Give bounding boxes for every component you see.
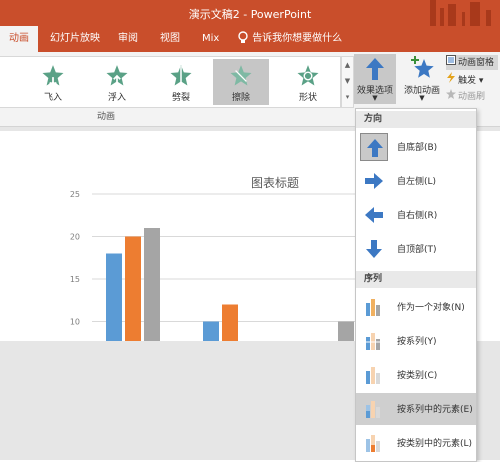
direction-from-top[interactable]: 自顶部(T) xyxy=(356,233,476,265)
tab-view[interactable]: 视图 xyxy=(160,26,180,52)
animation-label: 擦除 xyxy=(231,93,250,103)
chevron-down-icon: ▼ xyxy=(419,94,425,102)
chart-bar[interactable] xyxy=(144,228,160,341)
tab-mix[interactable]: Mix xyxy=(202,26,219,52)
effect-options-button[interactable]: 效果选项 ▼ xyxy=(354,54,396,104)
animation-shape[interactable]: 形状 xyxy=(280,59,336,105)
gallery-more-icon[interactable]: ▾ xyxy=(342,89,353,105)
direction-section-header: 方向 xyxy=(356,111,476,128)
animation-label: 浮入 xyxy=(107,93,126,103)
effect-options-dropdown: 方向 自底部(B) 自左侧(L) 自右侧(R) 自顶部(T) 序列 作为一个对象… xyxy=(355,108,477,462)
up-arrow-icon xyxy=(366,58,384,80)
title-bar: 演示文稿2 - PowerPoint xyxy=(0,0,500,26)
chart-bar[interactable] xyxy=(203,321,219,342)
scroll-up-icon[interactable]: ▲ xyxy=(342,57,353,73)
star-float-in-icon xyxy=(106,65,128,86)
animation-pane-button[interactable]: 动画窗格 xyxy=(446,55,499,70)
animation-pane-icon xyxy=(446,55,458,68)
animation-painter-label: 动画刷 xyxy=(458,92,486,102)
option-label: 按系列中的元素(E) xyxy=(397,405,473,415)
animation-painter-icon xyxy=(446,89,458,102)
trigger-button[interactable]: 触发 ▾ xyxy=(446,72,483,87)
option-label: 自右侧(R) xyxy=(397,211,438,221)
direction-from-bottom[interactable]: 自底部(B) xyxy=(356,131,476,163)
y-tick-label: 15 xyxy=(70,275,80,284)
gallery-scrollbar[interactable]: ▲ ▼ ▾ xyxy=(341,56,354,108)
chart-bar[interactable] xyxy=(125,236,141,342)
option-label: 作为一个对象(N) xyxy=(397,303,465,313)
ribbon-tab-bar: 动画 幻灯片放映 审阅 视图 Mix 告诉我你想要做什么 xyxy=(0,26,500,52)
tell-me-text: 告诉我你想要做什么 xyxy=(252,33,343,44)
sequence-as-one-object[interactable]: 作为一个对象(N) xyxy=(356,291,476,323)
animation-painter-button[interactable]: 动画刷 xyxy=(446,89,485,104)
arrow-left-icon xyxy=(360,201,388,229)
scroll-down-icon[interactable]: ▼ xyxy=(342,73,353,89)
animation-fly-in[interactable]: 飞入 xyxy=(25,59,81,105)
chart-bar[interactable] xyxy=(222,304,238,342)
lightbulb-icon xyxy=(237,31,252,44)
trigger-label: 触发 xyxy=(458,76,477,86)
sequence-by-element-in-category[interactable]: 按类别中的元素(L) xyxy=(356,427,476,459)
option-label: 按系列(Y) xyxy=(397,337,437,347)
y-tick-label: 10 xyxy=(70,318,80,327)
option-label: 按类别中的元素(L) xyxy=(397,439,473,449)
star-wipe-icon xyxy=(230,65,252,86)
by-category-icon xyxy=(360,361,388,389)
tell-me-box[interactable]: 告诉我你想要做什么 xyxy=(237,26,342,52)
animation-label: 劈裂 xyxy=(171,93,190,103)
animation-gallery: 飞入 浮入 劈裂 擦除 形状 xyxy=(0,56,341,108)
window-title: 演示文稿2 - PowerPoint xyxy=(188,8,312,21)
arrow-up-icon xyxy=(360,133,388,161)
sequence-section-header: 序列 xyxy=(356,271,476,288)
y-tick-label: 20 xyxy=(70,233,80,242)
animation-split[interactable]: 劈裂 xyxy=(153,59,209,105)
by-series-icon xyxy=(360,327,388,355)
star-split-icon xyxy=(170,65,192,86)
by-element-in-category-icon xyxy=(360,429,388,457)
direction-from-left[interactable]: 自左侧(L) xyxy=(356,165,476,197)
sequence-by-category[interactable]: 按类别(C) xyxy=(356,359,476,391)
lightning-icon xyxy=(446,72,458,86)
star-shape-icon xyxy=(297,65,319,86)
option-label: 自左侧(L) xyxy=(397,177,437,187)
star-fly-in-icon xyxy=(42,65,64,87)
tab-review[interactable]: 审阅 xyxy=(118,26,138,52)
animation-float-in[interactable]: 浮入 xyxy=(89,59,145,105)
add-animation-button[interactable]: 添加动画 ▼ xyxy=(400,54,444,104)
animation-wipe[interactable]: 擦除 xyxy=(213,59,269,105)
chevron-down-icon: ▼ xyxy=(372,94,378,102)
tab-slideshow[interactable]: 幻灯片放映 xyxy=(50,26,100,52)
add-star-icon xyxy=(411,56,434,78)
sequence-by-element-in-series[interactable]: 按系列中的元素(E) xyxy=(356,393,476,425)
tab-animation[interactable]: 动画 xyxy=(0,26,38,52)
option-label: 自顶部(T) xyxy=(397,245,437,255)
option-label: 按类别(C) xyxy=(397,371,438,381)
animation-label: 形状 xyxy=(298,93,317,103)
sequence-by-series[interactable]: 按系列(Y) xyxy=(356,325,476,357)
direction-from-right[interactable]: 自右侧(R) xyxy=(356,199,476,231)
chart-bar[interactable] xyxy=(106,253,122,342)
by-element-in-series-icon xyxy=(360,395,388,423)
y-tick-label: 25 xyxy=(70,190,80,199)
chevron-down-icon: ▾ xyxy=(476,76,484,86)
arrow-right-icon xyxy=(360,167,388,195)
animation-pane-label: 动画窗格 xyxy=(458,58,495,68)
chart-bar[interactable] xyxy=(338,321,354,342)
animation-group-label: 动画 xyxy=(96,112,115,122)
animation-label: 飞入 xyxy=(43,93,62,103)
option-label: 自底部(B) xyxy=(397,143,438,153)
arrow-down-icon xyxy=(360,235,388,263)
as-one-object-icon xyxy=(360,293,388,321)
